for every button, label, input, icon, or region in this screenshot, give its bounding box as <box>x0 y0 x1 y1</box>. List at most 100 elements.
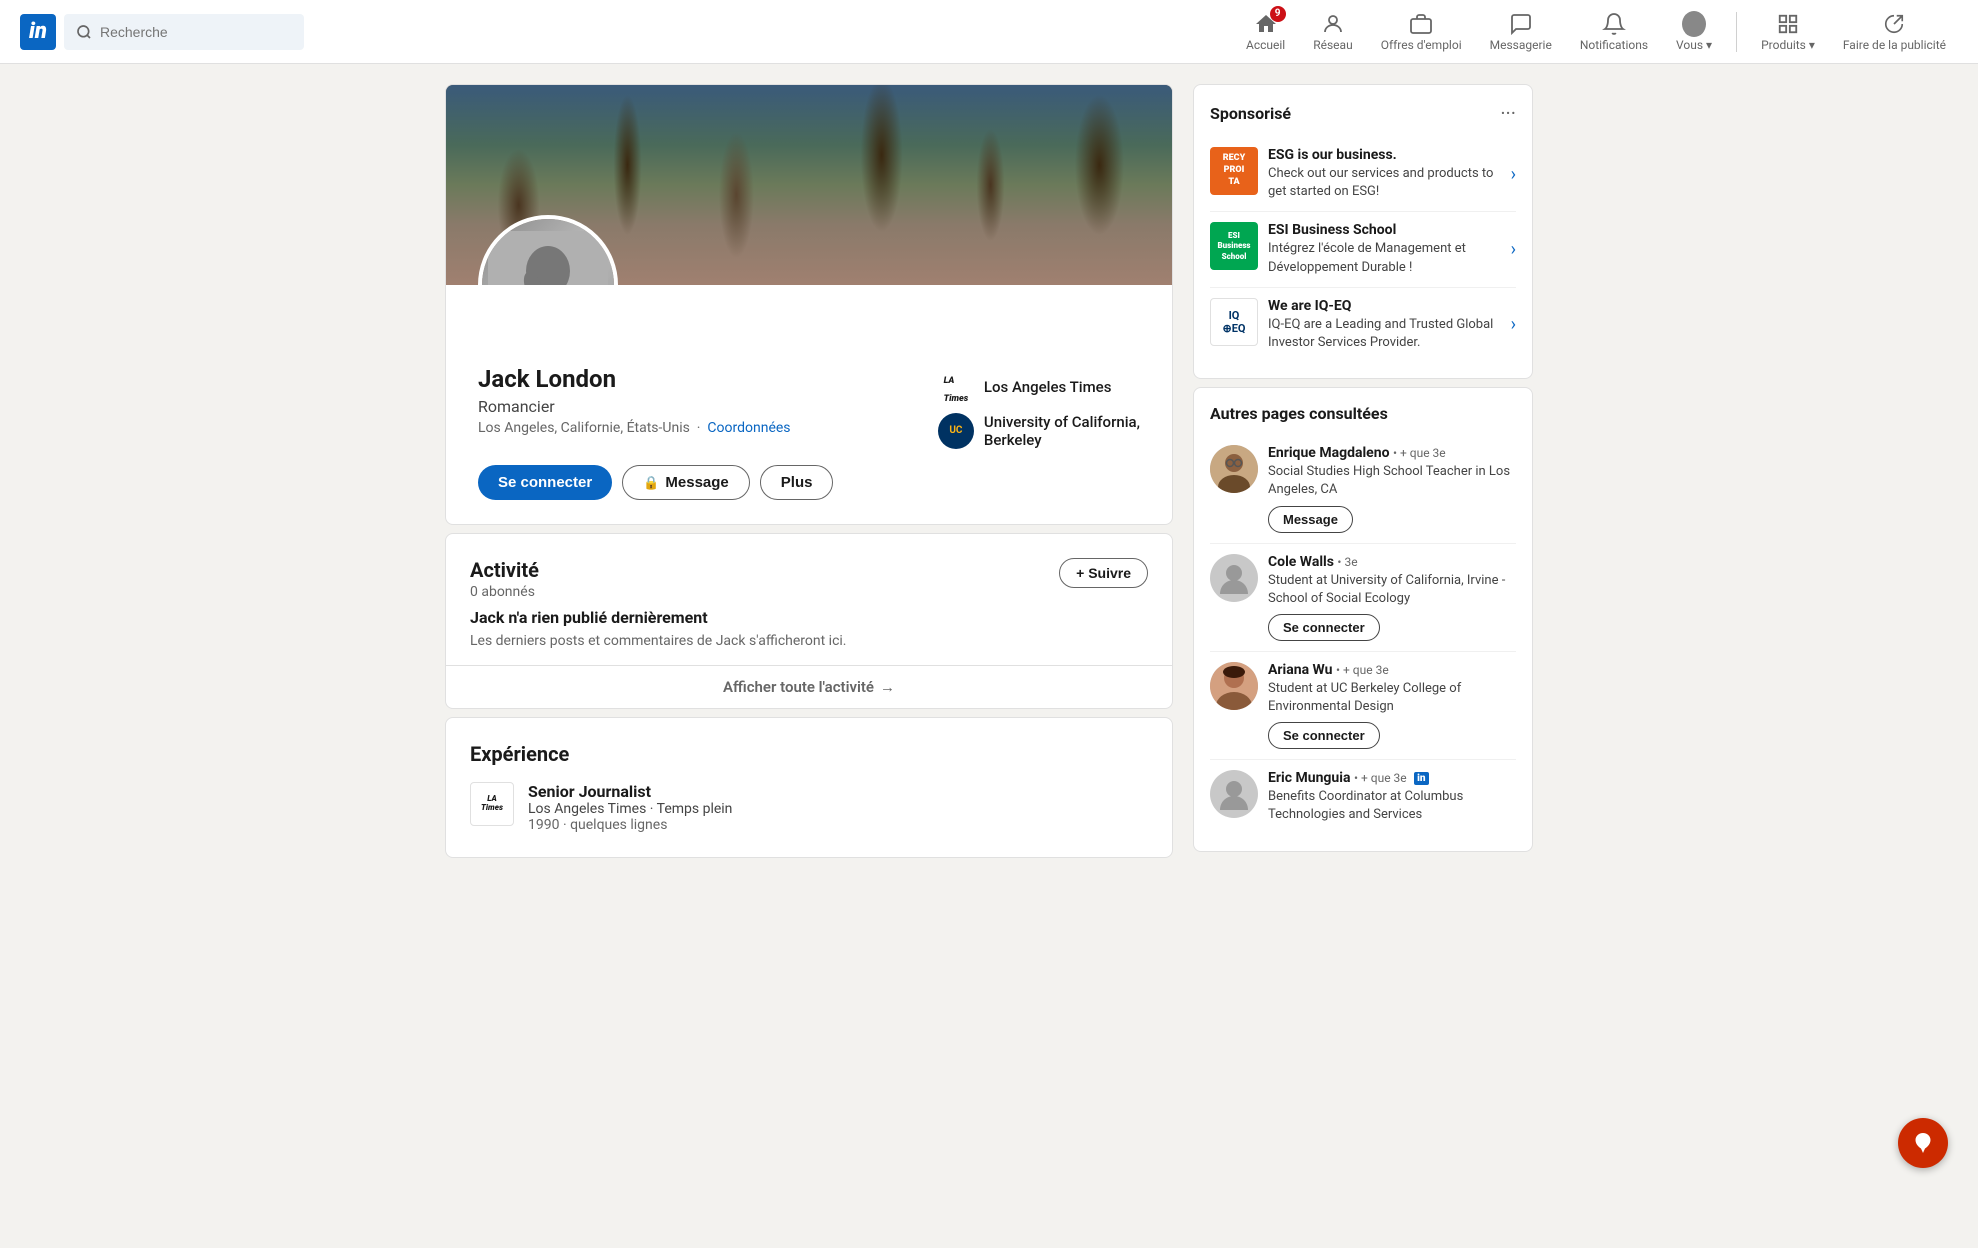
profile-left: Jack London Romancier Los Angeles, Calif… <box>478 365 791 436</box>
person-name-cole: Cole Walls • 3e <box>1268 554 1516 570</box>
message-label: Message <box>665 474 728 491</box>
grid-icon <box>1776 12 1800 36</box>
other-pages-title: Autres pages consultées <box>1210 404 1516 423</box>
ad-content-esi: ESI Business School Intégrez l'école de … <box>1268 222 1501 276</box>
more-options-icon[interactable]: ··· <box>1500 101 1516 125</box>
person-info-enrique: Enrique Magdaleno • + que 3e Social Stud… <box>1268 445 1516 532</box>
exp-details: Senior Journalist Los Angeles Times · Te… <box>528 782 732 833</box>
activity-info: Activité 0 abonnés <box>470 558 539 600</box>
la-times-logo: LATimes <box>938 369 974 405</box>
connect-cole-button[interactable]: Se connecter <box>1268 614 1380 641</box>
message-button[interactable]: 🔒 Message <box>622 465 750 500</box>
ad-item-iqeq: IQ⊕EQ We are IQ-EQ IQ-EQ are a Leading a… <box>1210 288 1516 362</box>
more-button[interactable]: Plus <box>760 465 834 500</box>
nav-item-messagerie[interactable]: Messagerie <box>1478 8 1564 56</box>
search-box[interactable] <box>64 14 304 50</box>
accueil-badge: 9 <box>1270 6 1286 22</box>
ad-name-esi: ESI Business School <box>1268 222 1501 238</box>
briefcase-icon <box>1409 12 1433 36</box>
person-info-cole: Cole Walls • 3e Student at University of… <box>1268 554 1516 641</box>
vous-label: Vous ▾ <box>1676 38 1712 52</box>
notifications-label: Notifications <box>1580 38 1648 52</box>
coordonnees-link[interactable]: Coordonnées <box>707 420 790 436</box>
uc-berkeley-name: University of California,Berkeley <box>984 413 1140 449</box>
activity-title: Activité <box>470 558 539 582</box>
connect-ariana-button[interactable]: Se connecter <box>1268 722 1380 749</box>
linkedin-logo[interactable]: in <box>20 14 56 50</box>
person-degree-enrique: • + que 3e <box>1393 446 1446 460</box>
activity-header: Activité 0 abonnés + Suivre <box>470 558 1148 600</box>
vous-avatar-icon <box>1682 12 1706 36</box>
person-desc-eric: Benefits Coordinator at Columbus Technol… <box>1268 788 1516 824</box>
navbar: in 9 Accueil Réseau Offres d <box>0 0 1978 64</box>
activity-subtitle: 0 abonnés <box>470 584 539 600</box>
person-degree-cole: • 3e <box>1337 555 1357 569</box>
emploi-label: Offres d'emploi <box>1381 38 1462 52</box>
person-degree-eric: • + que 3e <box>1354 771 1407 785</box>
ad-arrow-iqeq-icon[interactable]: › <box>1511 314 1516 335</box>
connect-button[interactable]: Se connecter <box>478 465 612 500</box>
view-all-text: Afficher toute l'activité <box>723 678 874 696</box>
ad-item-recyproita: RECYPROITA ESG is our business. Check ou… <box>1210 137 1516 212</box>
la-times-name: Los Angeles Times <box>984 378 1112 396</box>
exp-company: Los Angeles Times · Temps plein <box>528 801 732 817</box>
uc-berkeley-logo: UC <box>938 413 974 449</box>
exp-la-times-logo: LATimes <box>470 782 514 826</box>
profile-name: Jack London <box>478 365 791 393</box>
ad-arrow-esi-icon[interactable]: › <box>1511 239 1516 260</box>
eric-avatar-placeholder <box>1210 770 1258 818</box>
person-name-ariana: Ariana Wu • + que 3e <box>1268 662 1516 678</box>
nav-divider <box>1736 12 1737 52</box>
person-name-eric: Eric Munguia • + que 3e in <box>1268 770 1516 786</box>
main-container: Jack London Romancier Los Angeles, Calif… <box>429 64 1549 878</box>
view-all-link[interactable]: Afficher toute l'activité → <box>446 665 1172 708</box>
follow-button[interactable]: + Suivre <box>1059 558 1148 588</box>
profile-main: Jack London Romancier Los Angeles, Calif… <box>478 365 1140 449</box>
profile-title: Romancier <box>478 397 791 416</box>
network-icon <box>1321 12 1345 36</box>
bell-icon <box>1602 12 1626 36</box>
chat-icon <box>1509 12 1533 36</box>
ad-logo-iqeq: IQ⊕EQ <box>1210 298 1258 346</box>
nav-item-emploi[interactable]: Offres d'emploi <box>1369 8 1474 56</box>
person-avatar-cole <box>1210 554 1258 602</box>
profile-card: Jack London Romancier Los Angeles, Calif… <box>445 84 1173 525</box>
logo-text: in <box>29 19 47 44</box>
message-enrique-button[interactable]: Message <box>1268 506 1353 533</box>
search-input[interactable] <box>100 24 292 40</box>
nav-item-notifications[interactable]: Notifications <box>1568 8 1660 56</box>
home-icon: 9 <box>1254 12 1278 36</box>
person-item-enrique: Enrique Magdaleno • + que 3e Social Stud… <box>1210 435 1516 543</box>
experience-title: Expérience <box>470 742 1148 766</box>
ad-item-esi: ESIBusinessSchool ESI Business School In… <box>1210 212 1516 287</box>
person-avatar-ariana <box>1210 662 1258 710</box>
ad-logo-recyproita: RECYPROITA <box>1210 147 1258 195</box>
nav-item-faire[interactable]: Faire de la publicité <box>1831 8 1958 56</box>
lock-icon: 🔒 <box>643 475 659 491</box>
person-info-eric: Eric Munguia • + que 3e in Benefits Coor… <box>1268 770 1516 824</box>
nav-item-produits[interactable]: Produits ▾ <box>1749 8 1827 56</box>
person-desc-cole: Student at University of California, Irv… <box>1268 572 1516 608</box>
person-avatar-enrique <box>1210 445 1258 493</box>
cole-avatar-placeholder <box>1210 554 1258 602</box>
experience-card: Expérience LATimes Senior Journalist Los… <box>445 717 1173 858</box>
company-uc-berkeley: UC University of California,Berkeley <box>938 413 1140 449</box>
floating-action-button[interactable] <box>1898 1118 1948 1168</box>
profile-actions: Se connecter 🔒 Message Plus <box>478 465 1140 500</box>
profile-banner <box>446 85 1172 285</box>
location-text: Los Angeles, Californie, États-Unis <box>478 420 690 436</box>
linkedin-badge-icon: in <box>1414 772 1428 785</box>
person-desc-enrique: Social Studies High School Teacher in Lo… <box>1268 463 1516 499</box>
profile-right: LATimes Los Angeles Times UC University … <box>938 369 1140 449</box>
ad-content-recyproita: ESG is our business. Check out our servi… <box>1268 147 1501 201</box>
nav-item-accueil[interactable]: 9 Accueil <box>1234 8 1297 56</box>
ad-logo-esi: ESIBusinessSchool <box>1210 222 1258 270</box>
messagerie-label: Messagerie <box>1490 38 1552 52</box>
reseau-label: Réseau <box>1313 38 1352 52</box>
ad-arrow-icon[interactable]: › <box>1511 164 1516 185</box>
ad-name-recyproita: ESG is our business. <box>1268 147 1501 163</box>
ad-desc-recyproita: Check out our services and products to g… <box>1268 165 1501 201</box>
activity-empty-desc: Les derniers posts et commentaires de Ja… <box>470 633 1148 649</box>
nav-item-reseau[interactable]: Réseau <box>1301 8 1364 56</box>
nav-item-vous[interactable]: Vous ▾ <box>1664 8 1724 56</box>
